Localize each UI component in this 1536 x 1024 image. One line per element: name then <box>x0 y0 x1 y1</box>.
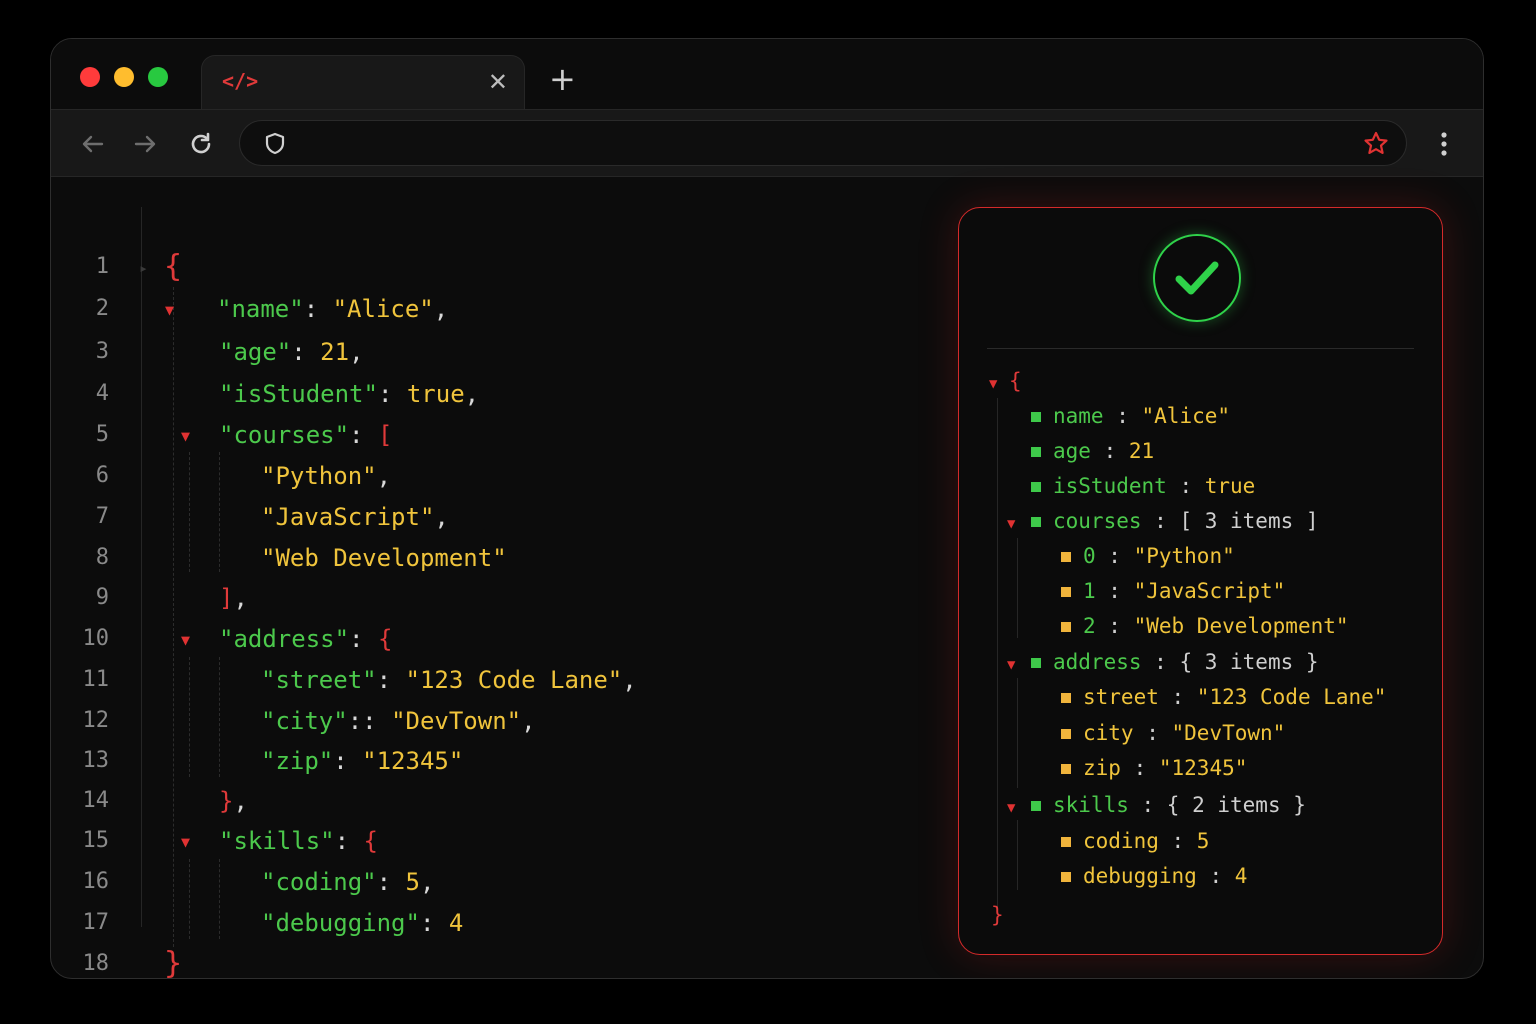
tree-node-address-item[interactable]: city : "DevTown" <box>1061 716 1285 751</box>
new-tab-icon[interactable]: + <box>549 59 576 99</box>
code-icon: </> <box>222 69 259 93</box>
tree-guide <box>1017 538 1018 638</box>
reload-icon[interactable] <box>187 130 215 158</box>
tree-node-skills[interactable]: skills : { 2 items } <box>1031 788 1306 823</box>
line-number: 13 <box>82 748 110 773</box>
line-number: 6 <box>95 463 109 488</box>
tree-node-courses-item[interactable]: 0 : "Python" <box>1061 539 1235 574</box>
close-window-button[interactable] <box>80 67 100 87</box>
json-tree-viewer: ▼ { name : "Alice" age : 21 isStudent : … <box>958 207 1443 955</box>
minimize-window-button[interactable] <box>114 67 134 87</box>
tree-guide <box>997 398 998 908</box>
browser-window: </> ✕ + 1 2 3 4 5 6 7 8 9 10 11 12 13 14… <box>50 38 1484 979</box>
line-number: 10 <box>82 626 110 651</box>
panel-divider <box>987 348 1414 349</box>
code-line: "address": { <box>219 625 393 653</box>
code-line: { <box>164 249 183 284</box>
browser-toolbar <box>51 109 1483 177</box>
tree-guide <box>1017 820 1018 890</box>
indent-guide <box>173 287 174 947</box>
tree-node-name[interactable]: name : "Alice" <box>1031 399 1230 434</box>
tree-node-skills-item[interactable]: debugging : 4 <box>1061 859 1247 894</box>
line-number: 5 <box>95 422 109 447</box>
line-number: 18 <box>82 951 110 976</box>
indent-guide <box>189 452 190 572</box>
code-line: "street": "123 Code Lane", <box>261 666 637 694</box>
code-line: "Python", <box>261 462 392 490</box>
shield-icon[interactable] <box>262 131 288 157</box>
expand-caret-icon[interactable]: ▼ <box>1007 657 1015 673</box>
line-number: 7 <box>95 504 109 529</box>
code-line: "JavaScript", <box>261 503 449 531</box>
star-icon[interactable] <box>1362 130 1390 158</box>
tree-node-courses-item[interactable]: 1 : "JavaScript" <box>1061 574 1285 609</box>
code-editor[interactable]: 1 2 3 4 5 6 7 8 9 10 11 12 13 14 15 16 1… <box>51 177 951 979</box>
indent-guide <box>219 657 220 777</box>
code-line: "city":: "DevTown", <box>261 707 536 735</box>
tree-node-isstudent[interactable]: isStudent : true <box>1031 469 1255 504</box>
forward-arrow-icon[interactable] <box>131 130 159 158</box>
expand-caret-icon[interactable]: ▼ <box>1007 800 1015 816</box>
title-bar: </> ✕ + <box>51 39 1483 111</box>
expand-caret-icon[interactable]: ▼ <box>989 376 997 392</box>
code-line: "age": 21, <box>219 338 364 366</box>
indent-guide <box>189 657 190 777</box>
code-line: "courses": [ <box>219 421 393 449</box>
tree-root-open: { <box>1009 369 1022 393</box>
line-number: 15 <box>82 828 110 853</box>
maximize-window-button[interactable] <box>148 67 168 87</box>
code-line: ], <box>219 584 248 612</box>
line-number: 14 <box>82 788 110 813</box>
browser-tab[interactable]: </> ✕ <box>201 55 525 111</box>
fold-caret-icon[interactable]: ▼ <box>181 833 190 851</box>
line-number: 1 <box>95 254 109 279</box>
back-arrow-icon[interactable] <box>79 130 107 158</box>
fold-caret-icon[interactable]: ▼ <box>165 301 174 319</box>
line-number: 3 <box>95 339 109 364</box>
line-number: 11 <box>82 667 110 692</box>
indent-guide <box>219 859 220 939</box>
tree-node-skills-item[interactable]: coding : 5 <box>1061 824 1209 859</box>
line-number: 2 <box>95 296 109 321</box>
code-line: "debugging": 4 <box>261 909 464 937</box>
tree-node-address-item[interactable]: zip : "12345" <box>1061 751 1247 786</box>
code-line: "Web Development" <box>261 544 507 572</box>
code-line: "name": "Alice", <box>217 295 449 323</box>
kebab-menu-icon[interactable] <box>1439 130 1449 158</box>
line-number: 16 <box>82 869 110 894</box>
tree-node-address[interactable]: address : { 3 items } <box>1031 645 1319 680</box>
line-number: 8 <box>95 545 109 570</box>
fold-caret-icon[interactable]: ▼ <box>181 631 190 649</box>
code-line: "coding": 5, <box>261 868 435 896</box>
tree-node-courses-item[interactable]: 2 : "Web Development" <box>1061 609 1349 644</box>
tree-node-courses[interactable]: courses : [ 3 items ] <box>1031 504 1319 539</box>
fold-caret-icon[interactable]: ▸ <box>139 259 148 277</box>
line-number: 4 <box>95 381 109 406</box>
tree-node-age[interactable]: age : 21 <box>1031 434 1154 469</box>
line-number: 12 <box>82 708 110 733</box>
line-number: 17 <box>82 910 110 935</box>
tree-root-close: } <box>991 903 1004 927</box>
tab-close-icon[interactable]: ✕ <box>488 68 508 96</box>
indent-guide <box>189 859 190 939</box>
fold-caret-icon[interactable]: ▼ <box>181 427 190 445</box>
code-line: "zip": "12345" <box>261 747 464 775</box>
indent-guide <box>219 452 220 572</box>
tree-node-address-item[interactable]: street : "123 Code Lane" <box>1061 680 1386 715</box>
gutter-divider <box>141 207 142 927</box>
expand-caret-icon[interactable]: ▼ <box>1007 516 1015 532</box>
tree-guide <box>1017 678 1018 788</box>
code-line: }, <box>219 787 248 815</box>
address-bar[interactable] <box>239 120 1407 166</box>
code-line: "skills": { <box>219 827 378 855</box>
code-line: "isStudent": true, <box>219 380 480 408</box>
code-line: } <box>164 946 183 979</box>
line-number: 9 <box>95 585 109 610</box>
valid-check-icon <box>1153 234 1241 322</box>
